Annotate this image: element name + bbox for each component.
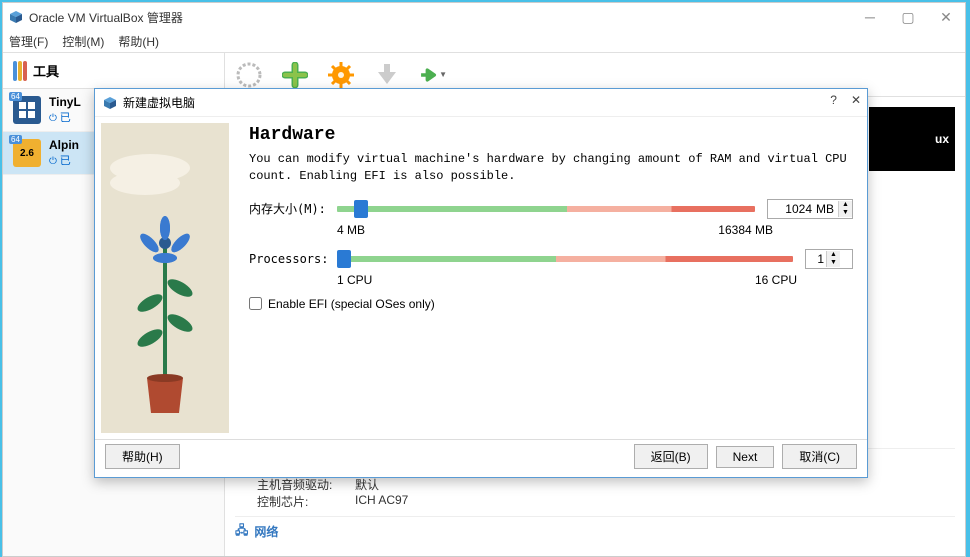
watermark: 值 什么值得买 bbox=[838, 523, 962, 551]
menu-control[interactable]: 控制(M) bbox=[62, 33, 104, 50]
memory-slider[interactable] bbox=[337, 206, 755, 212]
dialog-heading: Hardware bbox=[249, 125, 853, 145]
efi-label: Enable EFI (special OSes only) bbox=[268, 297, 435, 311]
vm-name: TinyL bbox=[49, 95, 81, 109]
app-icon bbox=[9, 10, 23, 24]
new-vm-dialog: 新建虚拟电脑 ? ✕ Hardware You can modify virtu… bbox=[94, 88, 868, 478]
dialog-illustration bbox=[101, 123, 229, 433]
dialog-description: You can modify virtual machine's hardwar… bbox=[249, 151, 853, 185]
next-button[interactable]: Next bbox=[716, 446, 775, 468]
window-title: Oracle VM VirtualBox 管理器 bbox=[29, 9, 183, 26]
menu-file[interactable]: 管理(F) bbox=[9, 33, 48, 50]
vm-status: 已 bbox=[49, 152, 79, 168]
dialog-titlebar: 新建虚拟电脑 ? ✕ bbox=[95, 89, 867, 117]
close-button[interactable]: ✕ bbox=[927, 3, 965, 31]
cpu-down[interactable]: ▼ bbox=[827, 259, 840, 267]
discard-button[interactable] bbox=[373, 61, 401, 89]
settings-button[interactable] bbox=[327, 61, 355, 89]
menubar: 管理(F) 控制(M) 帮助(H) bbox=[3, 31, 965, 53]
maximize-button[interactable]: ▢ bbox=[889, 3, 927, 31]
cpu-label: Processors: bbox=[249, 252, 329, 266]
memory-input[interactable] bbox=[768, 200, 814, 218]
tools-label: 工具 bbox=[33, 61, 59, 80]
mem-up[interactable]: ▲ bbox=[839, 201, 852, 209]
dialog-icon bbox=[103, 96, 117, 110]
mem-down[interactable]: ▼ bbox=[839, 209, 852, 217]
cpu-slider[interactable] bbox=[337, 256, 793, 262]
titlebar: Oracle VM VirtualBox 管理器 ─ ▢ ✕ bbox=[3, 3, 965, 31]
menu-help[interactable]: 帮助(H) bbox=[118, 33, 159, 50]
dialog-title: 新建虚拟电脑 bbox=[123, 94, 195, 111]
preview-panel: ux bbox=[869, 107, 955, 171]
tools-icon bbox=[13, 61, 27, 81]
tools-item[interactable]: 工具 bbox=[3, 53, 224, 89]
back-button[interactable]: 返回(B) bbox=[634, 444, 708, 469]
vm-status: 已 bbox=[49, 109, 81, 125]
cpu-spinbox[interactable]: ▲▼ bbox=[805, 249, 853, 269]
vm-name: Alpin bbox=[49, 138, 79, 152]
add-button[interactable] bbox=[281, 61, 309, 89]
minimize-button[interactable]: ─ bbox=[851, 3, 889, 31]
new-button[interactable] bbox=[235, 61, 263, 89]
start-button[interactable]: ▼ bbox=[419, 61, 447, 89]
help-button[interactable]: 帮助(H) bbox=[105, 444, 180, 469]
network-icon: 🖧 bbox=[235, 521, 248, 542]
dialog-footer: 帮助(H) 返回(B) Next 取消(C) bbox=[95, 439, 867, 473]
dialog-help-icon[interactable]: ? bbox=[830, 93, 837, 107]
memory-label: 内存大小(M): bbox=[249, 200, 329, 217]
memory-spinbox[interactable]: MB ▲▼ bbox=[767, 199, 853, 219]
cpu-input[interactable] bbox=[806, 250, 826, 268]
efi-checkbox[interactable] bbox=[249, 297, 262, 310]
dialog-close-icon[interactable]: ✕ bbox=[851, 93, 861, 107]
cancel-button[interactable]: 取消(C) bbox=[782, 444, 857, 469]
cpu-up[interactable]: ▲ bbox=[827, 251, 840, 259]
